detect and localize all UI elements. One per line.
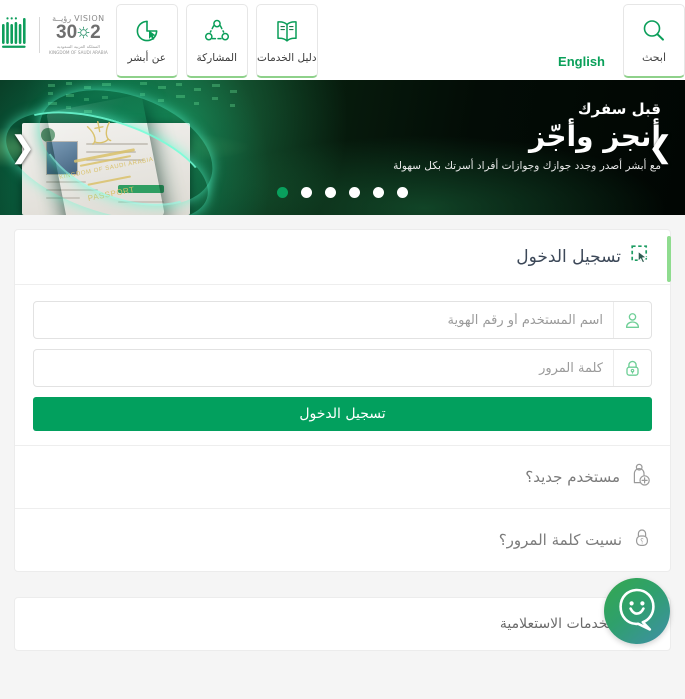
info-services-link[interactable]: الخدمات الاستعلامية (15, 598, 670, 650)
nav-button-services-guide[interactable]: دليل الخدمات (255, 4, 318, 78)
login-card-header: تسجيل الدخول (15, 230, 670, 285)
lock-icon (613, 350, 651, 386)
carousel-next-arrow[interactable]: ❯ (648, 132, 673, 163)
nav-button-participation[interactable]: المشاركة (185, 4, 248, 78)
banner-title: أنجز وأجّز (528, 119, 661, 153)
hero-banner-carousel[interactable]: KINGDOM OF SAUDI ARABIA PASSPORT قبل سفر… (0, 80, 685, 215)
chatbot-button[interactable] (604, 578, 670, 644)
info-services-card: الخدمات الاستعلامية (14, 597, 671, 651)
carousel-dot[interactable] (397, 187, 408, 198)
login-card-body: تسجيل الدخول (15, 285, 670, 431)
carousel-dot[interactable] (301, 187, 312, 198)
search-button[interactable]: ابحث (623, 4, 685, 78)
vision-subtitle-english: KINGDOM OF SAUDI ARABIA (49, 50, 108, 55)
login-card-title: تسجيل الدخول (516, 247, 621, 267)
search-button-label: ابحث (641, 50, 667, 64)
header-logos: VISION رؤيــة 2 30 المملكة العربية السعو… (0, 14, 108, 56)
username-field[interactable] (33, 301, 652, 339)
book-icon (273, 18, 301, 48)
search-icon (641, 18, 667, 48)
forgot-password-link[interactable]: ؟ نسيت كلمة المرور؟ (15, 508, 670, 571)
vision-star-icon (77, 27, 90, 39)
nav-button-about-absher-label: عن أبشر (127, 51, 167, 64)
nav-button-services-guide-label: دليل الخدمات (257, 51, 317, 64)
banner-text-block: قبل سفرك أنجز وأجّز مع أبشر أصدر وجدد جو… (393, 100, 661, 172)
user-icon (613, 302, 651, 338)
site-header: ابحث English دليل الخدمات المشاركة عن أب… (0, 0, 685, 80)
new-user-link-label: مستخدم جديد؟ (525, 468, 620, 486)
cursor-pie-icon (133, 18, 161, 48)
cursor-select-icon (630, 244, 652, 270)
chatbot-smiley-icon (611, 583, 663, 639)
language-toggle-english[interactable]: English (558, 54, 605, 69)
forgot-password-link-label: نسيت كلمة المرور؟ (498, 531, 622, 549)
logo-divider (39, 17, 40, 53)
banner-subtitle: مع أبشر أصدر وجدد جوازك وجوازات أفراد أس… (393, 159, 661, 172)
header-nav-buttons: دليل الخدمات المشاركة عن أبشر (115, 4, 318, 78)
user-add-icon (630, 463, 652, 491)
vision-number: 2 30 (56, 22, 101, 44)
lock-question-icon: ؟ (632, 527, 652, 553)
main-content: تسجيل الدخول اسم المستخدم أو رقم الهوية … (0, 215, 685, 651)
absher-logo[interactable] (0, 14, 30, 56)
svg-text:؟: ؟ (640, 538, 644, 546)
vision-2030-logo: VISION رؤيــة 2 30 المملكة العربية السعو… (49, 14, 108, 55)
nav-button-participation-label: المشاركة (196, 51, 237, 64)
username-input[interactable] (34, 302, 613, 338)
carousel-prev-arrow[interactable]: ❮ (10, 132, 35, 163)
carousel-dot[interactable] (349, 187, 360, 198)
login-card: تسجيل الدخول اسم المستخدم أو رقم الهوية … (14, 229, 671, 572)
carousel-dot[interactable] (373, 187, 384, 198)
carousel-dot[interactable] (277, 187, 288, 198)
nav-button-about-absher[interactable]: عن أبشر (115, 4, 178, 78)
password-input[interactable] (34, 350, 613, 386)
banner-kicker: قبل سفرك (577, 100, 661, 118)
login-submit-button[interactable]: تسجيل الدخول (33, 397, 652, 431)
share-network-icon (203, 18, 231, 48)
password-field[interactable] (33, 349, 652, 387)
new-user-link[interactable]: مستخدم جديد؟ (15, 445, 670, 508)
carousel-dot[interactable] (325, 187, 336, 198)
carousel-dots (0, 187, 685, 198)
info-services-label: الخدمات الاستعلامية (499, 616, 616, 632)
